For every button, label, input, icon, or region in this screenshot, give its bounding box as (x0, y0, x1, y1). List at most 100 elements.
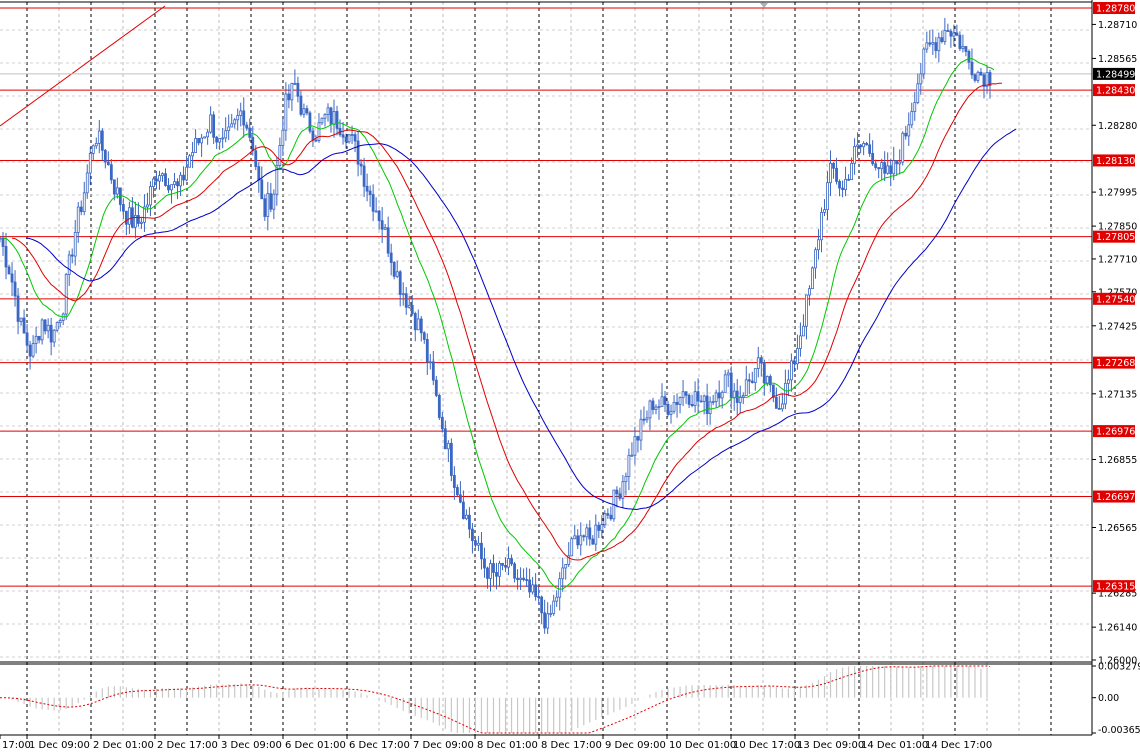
indicator-tick-label: 0.003279 (1098, 662, 1140, 673)
candle-body (410, 304, 414, 314)
candle-body (844, 178, 847, 191)
candle-body (76, 206, 80, 233)
time-label: 6 Dec 17:00 (349, 740, 410, 751)
candle-body (636, 436, 640, 441)
candle-body (660, 396, 664, 408)
time-label: 14 Dec 17:00 (925, 740, 992, 751)
candle-body (540, 596, 544, 614)
candle-body (820, 211, 823, 241)
candle-body (747, 379, 751, 382)
candle-body (684, 391, 688, 396)
candle-body (817, 239, 820, 251)
candle-body (654, 406, 658, 410)
candle-body (149, 186, 152, 206)
candle-body (711, 401, 715, 403)
candle-body (744, 379, 748, 396)
candle-body (808, 288, 811, 296)
candle-body (224, 130, 228, 139)
candle-body (883, 162, 887, 174)
candle-body (826, 182, 829, 211)
candle-body (489, 563, 492, 579)
candle-body (416, 318, 420, 331)
candle-body (946, 30, 950, 32)
price-tick-label: 1.27425 (1098, 321, 1137, 332)
candle-body (976, 71, 980, 81)
candle-body (774, 396, 778, 409)
candle-body (615, 489, 619, 495)
candle-body (140, 221, 143, 224)
time-label: 6 Dec 01:00 (285, 740, 346, 751)
candle-body (16, 295, 20, 322)
candle-body (835, 167, 838, 182)
candle-body (326, 107, 330, 115)
candle-body (152, 178, 155, 187)
candle-body (49, 324, 53, 343)
candle-body (832, 162, 835, 169)
candle-body (618, 493, 622, 499)
candle-body (591, 538, 595, 545)
candle-body (194, 138, 197, 153)
candle-body (633, 436, 637, 456)
candle-body (901, 132, 905, 163)
candle-body (389, 252, 393, 263)
candle-body (630, 454, 634, 457)
candle-body (549, 613, 553, 615)
candle-body (576, 535, 580, 546)
candle-body (287, 93, 291, 101)
candle-body (401, 293, 405, 296)
candle-body (28, 344, 32, 357)
candle-body (609, 514, 613, 520)
candle-body (805, 294, 808, 327)
candle-body (898, 161, 902, 165)
candle-body (209, 114, 213, 133)
candle-body (419, 318, 423, 334)
price-tick-label: 1.26565 (1098, 523, 1137, 534)
candle-body (600, 524, 604, 531)
candle-body (573, 535, 577, 540)
candle-body (771, 384, 775, 398)
candle-body (43, 319, 47, 332)
candle-body (413, 313, 417, 331)
chart-canvas[interactable]: 17:001 Dec 09:00 2 Dec 01:00 2 Dec 17:00 3 … (0, 0, 1140, 756)
candle-body (31, 343, 35, 357)
candle-body (955, 32, 959, 36)
price-tick-label: 1.28565 (1098, 54, 1137, 65)
candle-body (892, 160, 896, 175)
candle-body (750, 380, 754, 383)
candle-body (678, 397, 682, 405)
candle-body (606, 513, 610, 516)
candle-body (398, 271, 402, 295)
level-label: 1.26315 (1096, 582, 1135, 593)
candle-body (910, 111, 914, 126)
candle-body (121, 204, 125, 212)
level-label: 1.27540 (1096, 294, 1135, 305)
candle-body (913, 102, 917, 112)
candle-body (359, 163, 363, 167)
candle-body (212, 114, 216, 138)
trading-chart[interactable]: 17:00 1 Dec 09:00 2 Dec 01:00 2 Dec 17:00 3 … (0, 0, 1140, 756)
candle-body (729, 372, 733, 399)
candle-body (407, 304, 411, 308)
candle-body (732, 390, 736, 399)
candle-body (468, 514, 471, 530)
candle-body (705, 395, 709, 415)
candle-body (919, 73, 923, 85)
candle-body (64, 274, 68, 315)
candle-body (483, 558, 486, 569)
candle-body (796, 348, 799, 365)
candle-body (666, 404, 670, 415)
candle-body (449, 442, 453, 476)
candle-body (434, 379, 438, 396)
candle-body (103, 149, 107, 163)
price-tick-label: 1.27135 (1098, 389, 1137, 400)
candle-body (67, 254, 71, 275)
level-label: 1.28430 (1096, 86, 1135, 97)
candle-body (462, 501, 465, 519)
candle-body (717, 392, 721, 399)
candle-body (278, 145, 282, 166)
candle-body (22, 317, 26, 334)
candle-body (537, 596, 541, 598)
candle-body (19, 317, 23, 322)
time-label: 1 Dec 09:00 (29, 740, 90, 751)
time-label: 8 Dec 01:00 (477, 740, 538, 751)
